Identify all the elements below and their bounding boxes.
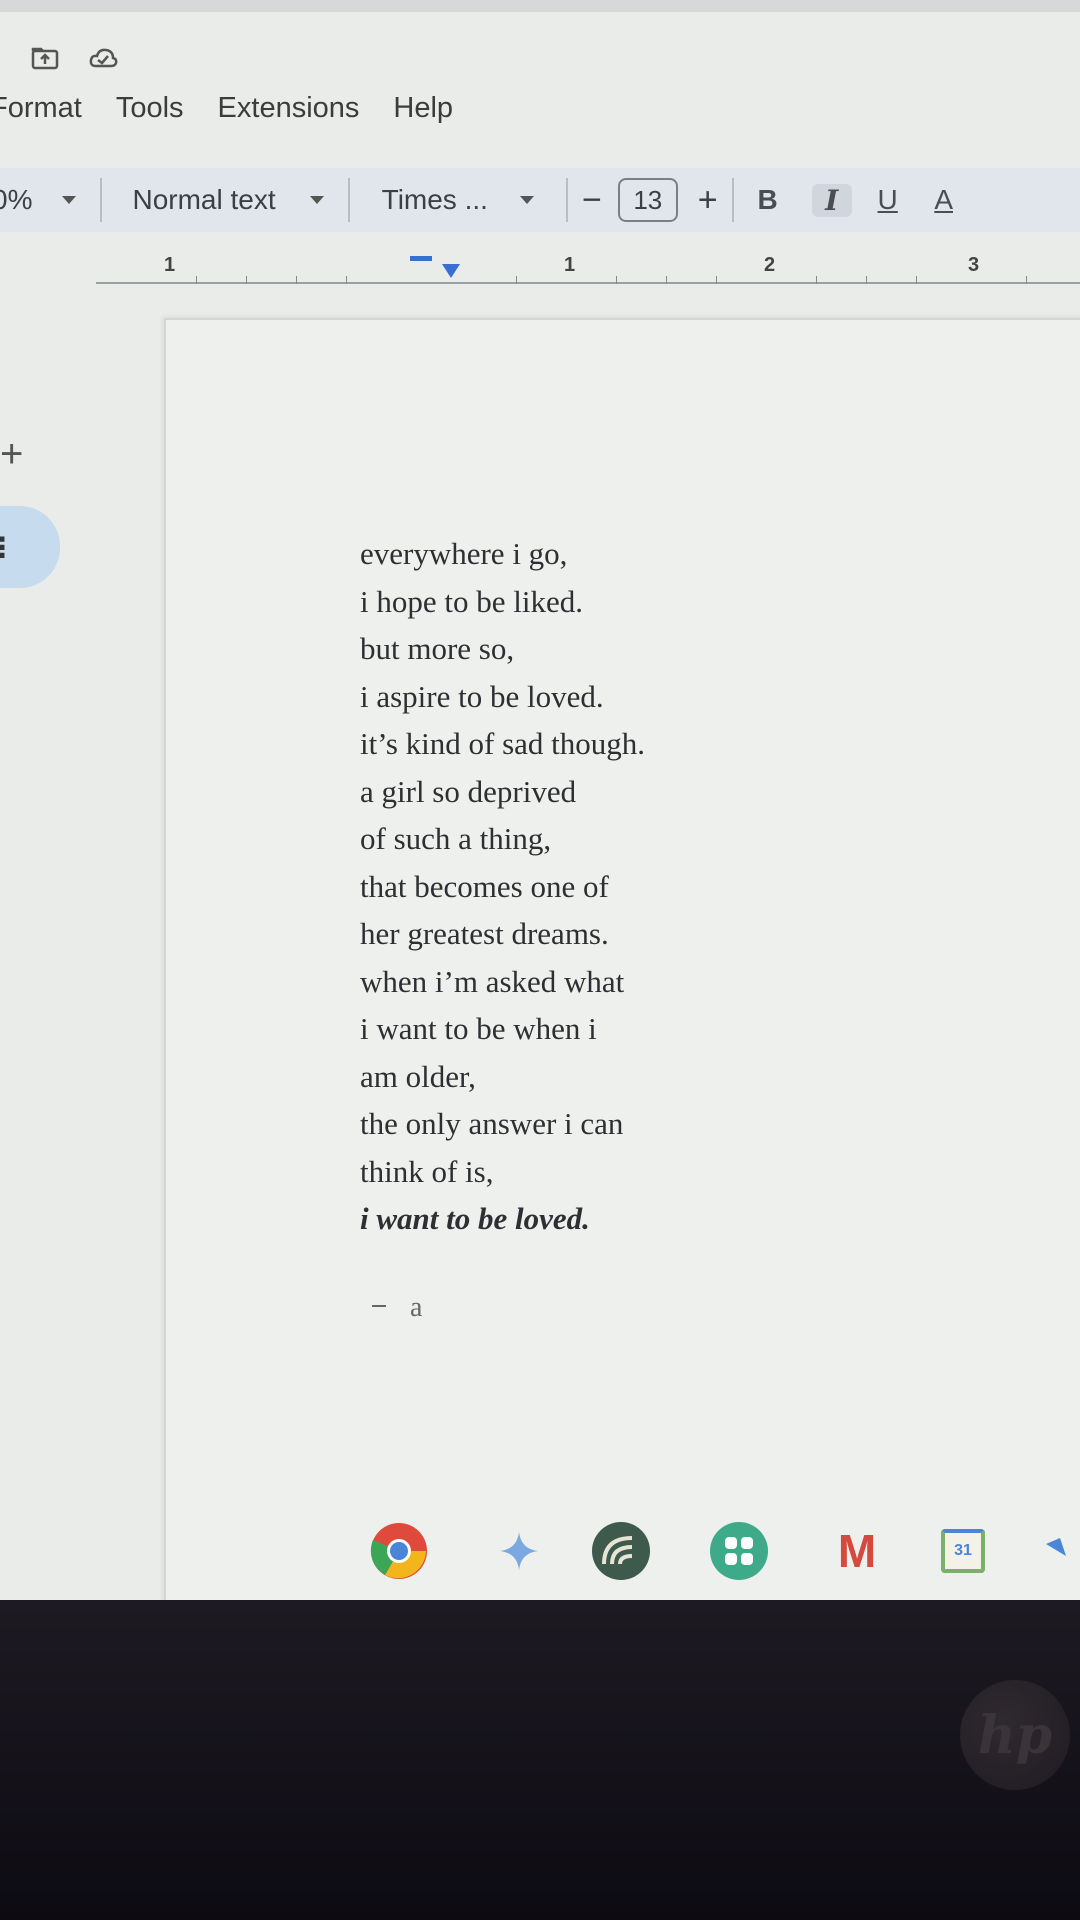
font-dropdown-caret[interactable] [519, 196, 534, 204]
ruler-tick [916, 276, 917, 284]
italic-button[interactable]: I [811, 183, 852, 217]
text-line: of such a thing, [360, 821, 552, 856]
toolbar-divider [565, 178, 568, 222]
ruler-tick [346, 276, 347, 284]
gmail-icon[interactable]: M [826, 1520, 888, 1582]
ruler-tick [866, 276, 867, 284]
text-line: think of is, [360, 1153, 494, 1189]
shelf: M 31 [360, 1520, 1080, 1590]
first-line-indent-marker[interactable] [410, 256, 432, 261]
ruler-label: 2 [764, 254, 776, 276]
text-line: it’s kind of sad though. [360, 726, 646, 761]
text-line: that becomes one of [360, 868, 609, 904]
ruler-tick [516, 276, 517, 284]
ruler-baseline [96, 282, 1080, 284]
ruler-tick [716, 276, 717, 284]
text-line: a girl so deprived [360, 773, 577, 809]
ruler-tick [296, 276, 297, 284]
toolbar-divider [731, 178, 734, 222]
brand-logo: hp [960, 1680, 1070, 1790]
text-line-emphasis: i want to be loved. [360, 1201, 590, 1236]
text-line: am older, [360, 1058, 476, 1094]
chrome-icon[interactable] [368, 1520, 430, 1582]
signature-dash [372, 1305, 386, 1307]
style-dropdown-caret[interactable] [309, 196, 324, 204]
ruler-label: 3 [968, 254, 980, 276]
ruler-tick [616, 276, 617, 284]
increase-font-size-button[interactable]: + [698, 181, 718, 220]
ruler-tick [666, 276, 667, 284]
font-size-input[interactable]: 13 [617, 178, 678, 222]
outline-icon: ⋮ [0, 531, 16, 563]
ruler-tick [246, 276, 247, 284]
menu-tools[interactable]: Tools [116, 92, 184, 125]
ruler-tick [1026, 276, 1027, 284]
browser-top-strip [0, 0, 1080, 12]
document-body[interactable]: everywhere i go, i hope to be liked. but… [360, 530, 645, 1243]
ruler-tick [816, 276, 817, 284]
add-tab-button[interactable]: + [0, 432, 30, 477]
calendar-day: 31 [954, 1542, 972, 1559]
title-icons [30, 44, 118, 72]
gemini-icon[interactable] [488, 1520, 550, 1582]
underline-button[interactable]: U [868, 184, 908, 216]
horizontal-ruler[interactable]: 1 1 2 3 [96, 254, 1080, 290]
signature: a [410, 1292, 423, 1323]
paragraph-style-select[interactable]: Normal text [132, 184, 275, 216]
screen: Format Tools Extensions Help 0% Normal t… [0, 0, 1080, 1600]
text-line: i want to be when i [360, 1011, 597, 1046]
move-to-folder-icon[interactable] [30, 44, 60, 72]
zoom-dropdown-caret[interactable] [62, 196, 77, 204]
cloud-status-icon[interactable] [88, 44, 118, 72]
laptop-bezel [0, 1600, 1080, 1920]
launcher-icon[interactable] [708, 1520, 770, 1582]
document-outline-button[interactable]: ⋮ [0, 506, 60, 588]
menu-bar: Format Tools Extensions Help [0, 88, 487, 128]
toolbar-divider [100, 178, 103, 222]
menu-help[interactable]: Help [393, 92, 453, 125]
files-icon[interactable] [1040, 1520, 1080, 1582]
ruler-label: 1 [164, 254, 176, 276]
menu-format[interactable]: Format [0, 92, 82, 125]
camera-app-icon[interactable] [590, 1520, 652, 1582]
text-line: when i’m asked what [360, 963, 625, 999]
text-line: i aspire to be loved. [360, 678, 604, 714]
font-family-select[interactable]: Times ... [382, 184, 488, 216]
zoom-select[interactable]: 0% [0, 184, 32, 216]
text-color-button[interactable]: A [924, 184, 964, 216]
left-indent-marker[interactable] [442, 264, 460, 278]
menu-extensions[interactable]: Extensions [218, 92, 360, 125]
calendar-icon[interactable]: 31 [932, 1520, 994, 1582]
ruler-tick [196, 276, 197, 284]
text-line: the only answer i can [360, 1106, 624, 1141]
text-line: but more so, [360, 631, 515, 666]
bold-button[interactable]: B [748, 184, 788, 216]
ruler-label: 1 [564, 254, 576, 276]
toolbar-divider [347, 178, 350, 222]
decrease-font-size-button[interactable]: − [582, 181, 602, 220]
text-line: everywhere i go, [360, 536, 568, 571]
text-line: her greatest dreams. [360, 916, 609, 951]
text-line: i hope to be liked. [360, 583, 583, 619]
formatting-toolbar: 0% Normal text Times ... − 13 + B I U A [0, 168, 1080, 232]
calendar-tile: 31 [941, 1529, 985, 1573]
gmail-letter: M [837, 1525, 877, 1577]
